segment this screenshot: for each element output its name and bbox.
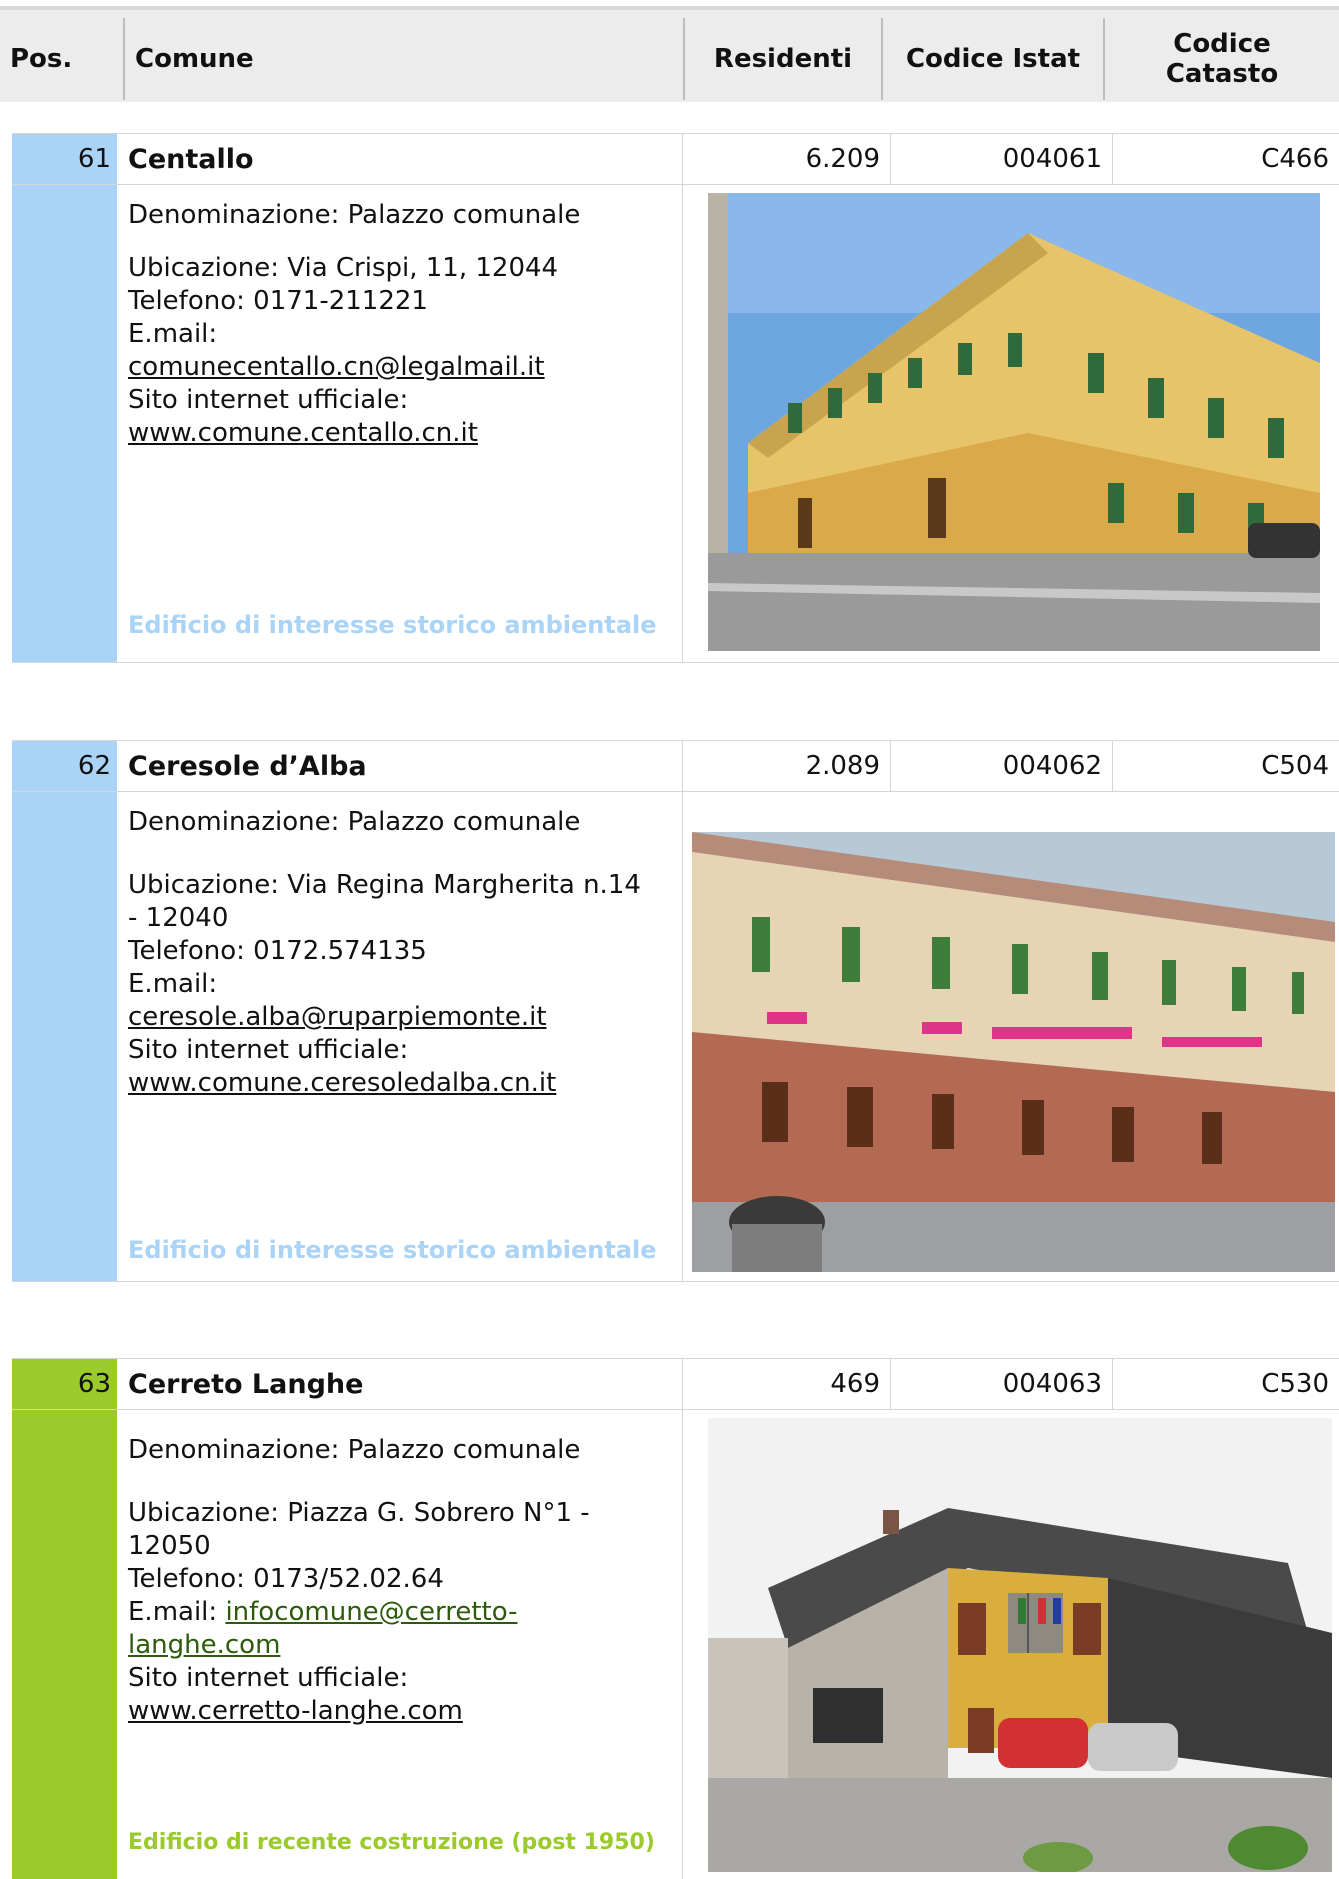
entry-codice-istat: 004062	[890, 741, 1112, 791]
email-link[interactable]: ceresole.alba@ruparpiemonte.it	[128, 1002, 547, 1032]
entry-detail-row: Denominazione: Palazzo comunale Ubicazio…	[12, 1410, 1339, 1879]
category-label: Edificio di recente costruzione (post 19…	[128, 1830, 655, 1855]
telefono: Telefono: 0173/52.02.64	[128, 1564, 444, 1594]
entry-details: Denominazione: Palazzo comunale Ubicazio…	[128, 199, 688, 450]
sito-label: Sito internet ufficiale:	[128, 385, 409, 415]
entry-codice-istat: 004063	[890, 1359, 1112, 1409]
entry-codice-catasto: C530	[1112, 1359, 1339, 1409]
category-color-bar	[12, 185, 117, 662]
telefono: Telefono: 0171-211221	[128, 286, 428, 316]
town-hall-photo	[708, 1418, 1332, 1872]
email-label: E.mail:	[128, 969, 218, 999]
entry-summary-row: 61 Centallo 6.209 004061 C466	[12, 133, 1339, 185]
header-pos: Pos.	[0, 18, 123, 100]
entry-details: Denominazione: Palazzo comunale Ubicazio…	[128, 1434, 688, 1728]
entry-comune-name: Cerreto Langhe	[128, 1368, 364, 1400]
entry-codice-istat: 004061	[890, 134, 1112, 184]
entry-summary-row: 63 Cerreto Langhe 469 004063 C530	[12, 1358, 1339, 1410]
website-link[interactable]: www.comune.centallo.cn.it	[128, 418, 478, 448]
entry-ceresole-d-alba: 62 Ceresole d’Alba 2.089 004062 C504 Den…	[12, 740, 1339, 1282]
entry-position: 62	[12, 741, 117, 791]
ubicazione: Ubicazione: Via Crispi, 11, 12044	[128, 253, 559, 283]
entry-summary-row: 62 Ceresole d’Alba 2.089 004062 C504	[12, 740, 1339, 792]
entry-residenti: 469	[682, 1359, 890, 1409]
entry-details: Denominazione: Palazzo comunale Ubicazio…	[128, 806, 688, 1100]
town-hall-photo	[708, 193, 1320, 651]
header-residenti: Residenti	[683, 18, 881, 100]
ubicazione: Ubicazione: Piazza G. Sobrero N°1 -	[128, 1498, 590, 1528]
entry-comune-name: Ceresole d’Alba	[128, 750, 367, 782]
entry-centallo: 61 Centallo 6.209 004061 C466 Denominazi…	[12, 133, 1339, 663]
entry-position: 61	[12, 134, 117, 184]
header-codice-catasto: Codice Catasto	[1103, 18, 1339, 100]
ubicazione-cont: - 12040	[128, 903, 229, 933]
town-hall-photo	[692, 832, 1335, 1272]
entry-residenti: 2.089	[682, 741, 890, 791]
website-link[interactable]: www.cerretto-langhe.com	[128, 1696, 463, 1726]
category-color-bar	[12, 792, 117, 1281]
table-header: Pos. Comune Residenti Codice Istat Codic…	[0, 6, 1339, 102]
header-comune: Comune	[123, 18, 683, 100]
entry-cerreto-langhe: 63 Cerreto Langhe 469 004063 C530 Denomi…	[12, 1358, 1339, 1879]
website-link[interactable]: www.comune.ceresoledalba.cn.it	[128, 1068, 556, 1098]
email-link[interactable]: infocomune@cerretto-	[225, 1597, 517, 1627]
email-link[interactable]: comunecentallo.cn@legalmail.it	[128, 352, 545, 382]
sito-label: Sito internet ufficiale:	[128, 1035, 409, 1065]
entry-codice-catasto: C466	[1112, 134, 1339, 184]
ubicazione-cont: 12050	[128, 1531, 211, 1561]
email-link-cont[interactable]: langhe.com	[128, 1630, 280, 1660]
email-label: E.mail:	[128, 319, 218, 349]
category-color-bar	[12, 1410, 117, 1879]
sito-label: Sito internet ufficiale:	[128, 1663, 409, 1693]
denominazione: Denominazione: Palazzo comunale	[128, 200, 581, 230]
category-label: Edificio di interesse storico ambientale	[128, 611, 657, 639]
ubicazione: Ubicazione: Via Regina Margherita n.14	[128, 870, 641, 900]
telefono: Telefono: 0172.574135	[128, 936, 427, 966]
header-codice-catasto-line1: Codice	[1173, 29, 1271, 59]
entry-codice-catasto: C504	[1112, 741, 1339, 791]
email-label: E.mail:	[128, 1597, 218, 1627]
header-codice-istat: Codice Istat	[881, 18, 1103, 100]
denominazione: Denominazione: Palazzo comunale	[128, 1435, 581, 1465]
entry-comune-name: Centallo	[128, 143, 254, 175]
header-codice-catasto-line2: Catasto	[1165, 59, 1279, 89]
entry-residenti: 6.209	[682, 134, 890, 184]
denominazione: Denominazione: Palazzo comunale	[128, 807, 581, 837]
category-label: Edificio di interesse storico ambientale	[128, 1236, 657, 1264]
entry-position: 63	[12, 1359, 117, 1409]
entry-detail-row: Denominazione: Palazzo comunale Ubicazio…	[12, 185, 1339, 663]
entry-detail-row: Denominazione: Palazzo comunale Ubicazio…	[12, 792, 1339, 1282]
